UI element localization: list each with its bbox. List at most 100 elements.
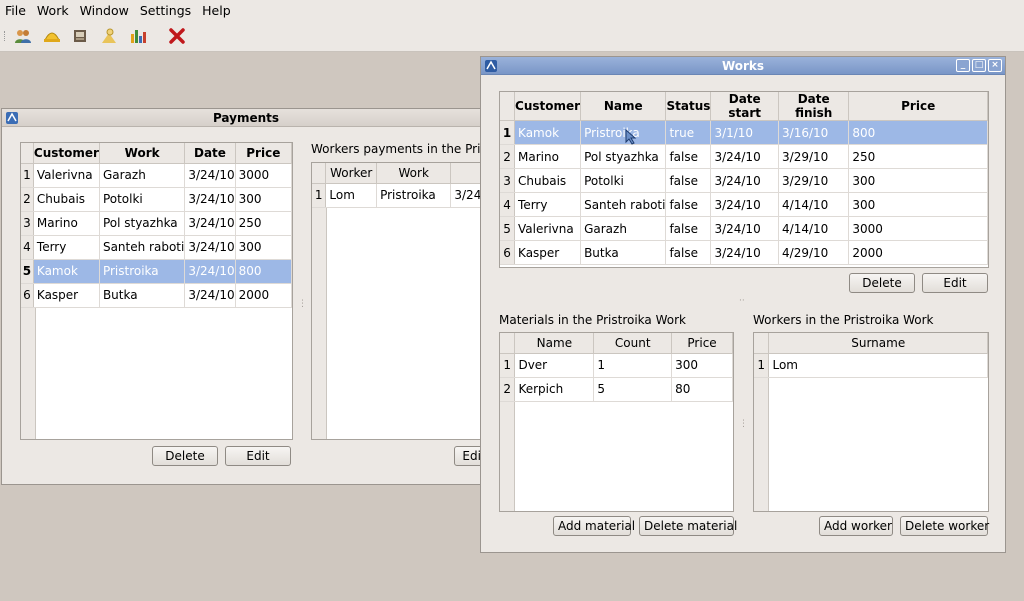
cell-work[interactable]: Santeh raboti bbox=[99, 235, 186, 260]
cell-surname[interactable]: Lom bbox=[768, 353, 988, 378]
row-number[interactable]: 1 bbox=[500, 120, 516, 145]
corner-cell[interactable] bbox=[500, 333, 516, 354]
cell-price[interactable]: 300 bbox=[848, 168, 988, 193]
add-material-button[interactable]: Add material bbox=[553, 516, 635, 536]
cell-name[interactable]: Dver bbox=[514, 353, 595, 378]
cell-price[interactable]: 250 bbox=[235, 211, 292, 236]
cell-date-finish[interactable]: 4/14/10 bbox=[778, 192, 850, 217]
add-worker-button[interactable]: Add worker bbox=[819, 516, 893, 536]
delete-worker-button[interactable]: Delete worker bbox=[900, 516, 989, 536]
cell-customer[interactable]: Kamok bbox=[514, 120, 582, 145]
cell-date-start[interactable]: 3/24/10 bbox=[710, 216, 780, 241]
cell-customer[interactable]: Chubais bbox=[33, 187, 100, 212]
row-number[interactable]: 1 bbox=[500, 353, 516, 378]
table-row[interactable]: 1 Dver 1 300 bbox=[500, 353, 733, 378]
cell-name[interactable]: Potolki bbox=[580, 168, 667, 193]
cell-price[interactable]: 300 bbox=[235, 187, 292, 212]
cell-price[interactable]: 80 bbox=[671, 377, 733, 402]
cell-price[interactable]: 3000 bbox=[848, 216, 988, 241]
cell-date-finish[interactable]: 3/29/10 bbox=[778, 168, 850, 193]
cell-count[interactable]: 1 bbox=[593, 353, 673, 378]
cell-customer[interactable]: Terry bbox=[33, 235, 100, 260]
row-number[interactable]: 3 bbox=[21, 211, 34, 236]
menu-file[interactable]: File bbox=[0, 3, 32, 18]
row-number[interactable]: 6 bbox=[21, 283, 34, 308]
column-header-name[interactable]: Name bbox=[580, 92, 667, 121]
column-header-work[interactable]: Work bbox=[99, 143, 186, 164]
cell-work[interactable]: Pristroika bbox=[376, 183, 452, 208]
table-row[interactable]: 4 Terry Santeh raboti 3/24/10 300 bbox=[21, 235, 292, 260]
works-table[interactable]: Customer Name Status Date start Date fin… bbox=[499, 91, 989, 268]
cell-name[interactable]: Kerpich bbox=[514, 377, 595, 402]
works-icon[interactable] bbox=[40, 24, 64, 48]
corner-cell[interactable] bbox=[21, 143, 34, 164]
materials-icon[interactable] bbox=[68, 24, 92, 48]
cell-date-start[interactable]: 3/24/10 bbox=[710, 144, 780, 169]
works-titlebar[interactable]: Works _ □ × bbox=[481, 57, 1005, 75]
menu-work[interactable]: Work bbox=[32, 3, 75, 18]
cell-work[interactable]: Garazh bbox=[99, 163, 186, 188]
works-edit-button[interactable]: Edit bbox=[922, 273, 988, 293]
cell-date-start[interactable]: 3/24/10 bbox=[710, 240, 780, 265]
cell-status[interactable]: false bbox=[665, 144, 712, 169]
customers-icon[interactable] bbox=[11, 24, 35, 48]
payments-edit-button[interactable]: Edit bbox=[225, 446, 291, 466]
table-row[interactable]: 4 Terry Santeh raboti false 3/24/10 4/14… bbox=[500, 192, 988, 217]
minimize-icon[interactable]: _ bbox=[956, 59, 970, 72]
column-header-customer[interactable]: Customer bbox=[33, 143, 100, 164]
cell-name[interactable]: Santeh raboti bbox=[580, 192, 667, 217]
table-row-selected[interactable]: 1 Kamok Pristroika true 3/1/10 3/16/10 8… bbox=[500, 120, 988, 145]
table-row[interactable]: 2 Chubais Potolki 3/24/10 300 bbox=[21, 187, 292, 212]
corner-cell[interactable] bbox=[312, 163, 327, 184]
table-row[interactable]: 2 Kerpich 5 80 bbox=[500, 377, 733, 402]
cell-name[interactable]: Garazh bbox=[580, 216, 667, 241]
cell-status[interactable]: true bbox=[665, 120, 712, 145]
exit-close-icon[interactable] bbox=[165, 24, 189, 48]
cell-work[interactable]: Potolki bbox=[99, 187, 186, 212]
cell-price[interactable]: 800 bbox=[848, 120, 988, 145]
cell-price[interactable]: 3000 bbox=[235, 163, 292, 188]
works-delete-button[interactable]: Delete bbox=[849, 273, 915, 293]
table-row[interactable]: 1 Valerivna Garazh 3/24/10 3000 bbox=[21, 163, 292, 188]
menu-window[interactable]: Window bbox=[75, 3, 135, 18]
splitter-handle-horizontal[interactable]: ·· bbox=[739, 296, 745, 306]
payments-titlebar[interactable]: Payments bbox=[2, 109, 490, 127]
cell-date[interactable]: 3/24/10 bbox=[184, 283, 236, 308]
column-header-price[interactable]: Price bbox=[235, 143, 292, 164]
cell-worker[interactable]: Lom bbox=[325, 183, 378, 208]
cell-status[interactable]: false bbox=[665, 240, 712, 265]
toolbar-grip[interactable] bbox=[4, 31, 6, 41]
table-row[interactable]: 3 Marino Pol styazhka 3/24/10 250 bbox=[21, 211, 292, 236]
cell-status[interactable]: false bbox=[665, 168, 712, 193]
workers-table[interactable]: Surname 1 Lom bbox=[753, 332, 989, 512]
cell-date-finish[interactable]: 3/29/10 bbox=[778, 144, 850, 169]
column-header-status[interactable]: Status bbox=[665, 92, 712, 121]
materials-table[interactable]: Name Count Price 1 Dver 1 300 2 Kerpich … bbox=[499, 332, 734, 512]
cell-date-finish[interactable]: 4/14/10 bbox=[778, 216, 850, 241]
cell-customer[interactable]: Terry bbox=[514, 192, 582, 217]
cell-customer[interactable]: Kasper bbox=[33, 283, 100, 308]
cell-date[interactable]: 3/24/10 bbox=[184, 235, 236, 260]
table-row[interactable]: 1 Lom bbox=[754, 353, 988, 378]
table-row[interactable]: 1 Lom Pristroika 3/24 bbox=[312, 183, 490, 208]
cell-customer[interactable]: Valerivna bbox=[33, 163, 100, 188]
cell-customer[interactable]: Valerivna bbox=[514, 216, 582, 241]
cell-count[interactable]: 5 bbox=[593, 377, 673, 402]
row-number[interactable]: 1 bbox=[312, 183, 327, 208]
cell-price[interactable]: 2000 bbox=[848, 240, 988, 265]
cell-price[interactable]: 2000 bbox=[235, 283, 292, 308]
column-header-worker[interactable]: Worker bbox=[325, 163, 378, 184]
column-header-price[interactable]: Price bbox=[848, 92, 988, 121]
cell-date[interactable]: 3/24/10 bbox=[184, 259, 236, 284]
table-row[interactable]: 6 Kasper Butka false 3/24/10 4/29/10 200… bbox=[500, 240, 988, 265]
cell-status[interactable]: false bbox=[665, 216, 712, 241]
cell-date-start[interactable]: 3/24/10 bbox=[710, 168, 780, 193]
cell-customer[interactable]: Kamok bbox=[33, 259, 100, 284]
cell-date-start[interactable]: 3/1/10 bbox=[710, 120, 780, 145]
cell-customer[interactable]: Kasper bbox=[514, 240, 582, 265]
maximize-icon[interactable]: □ bbox=[972, 59, 986, 72]
cell-date[interactable]: 3/24/10 bbox=[184, 163, 236, 188]
cell-work[interactable]: Pol styazhka bbox=[99, 211, 186, 236]
delete-material-button[interactable]: Delete material bbox=[639, 516, 737, 536]
cell-price[interactable]: 800 bbox=[235, 259, 292, 284]
